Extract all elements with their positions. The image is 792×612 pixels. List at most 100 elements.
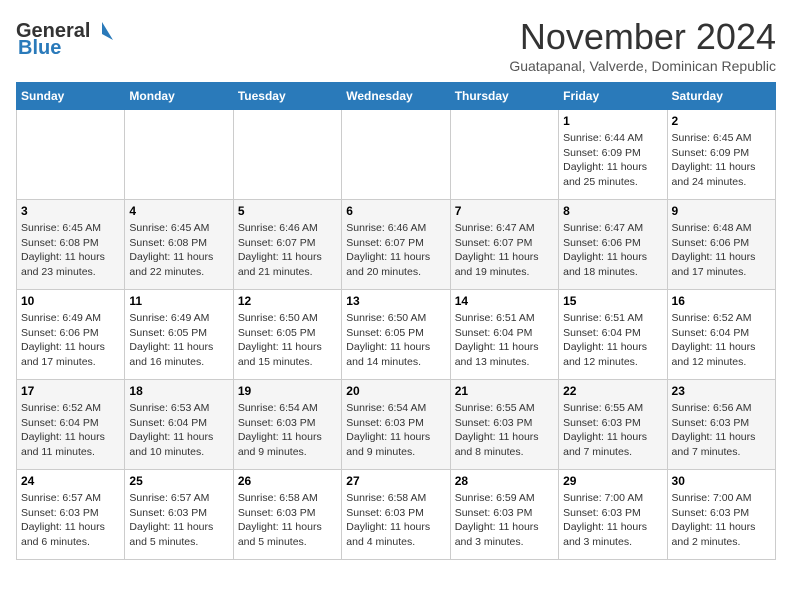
calendar-cell: 14 Sunrise: 6:51 AMSunset: 6:04 PMDayligh… bbox=[450, 290, 558, 380]
calendar-cell: 3 Sunrise: 6:45 AMSunset: 6:08 PMDaylight… bbox=[17, 200, 125, 290]
day-number: 24 bbox=[21, 474, 120, 488]
calendar-cell: 4 Sunrise: 6:45 AMSunset: 6:08 PMDaylight… bbox=[125, 200, 233, 290]
day-number: 2 bbox=[672, 114, 771, 128]
calendar-cell: 1 Sunrise: 6:44 AMSunset: 6:09 PMDaylight… bbox=[559, 110, 667, 200]
calendar-header-wednesday: Wednesday bbox=[342, 83, 450, 110]
calendar-cell: 10Sunrise: 6:49 AMSunset: 6:06 PMDayligh… bbox=[17, 290, 125, 380]
calendar-cell: 21Sunrise: 6:55 AMSunset: 6:03 PMDayligh… bbox=[450, 380, 558, 470]
calendar-week-1: 1 Sunrise: 6:44 AMSunset: 6:09 PMDaylight… bbox=[17, 110, 776, 200]
day-number: 9 bbox=[672, 204, 771, 218]
day-info: Sunrise: 6:54 AMSunset: 6:03 PMDaylight:… bbox=[238, 401, 337, 460]
day-info: Sunrise: 6:57 AMSunset: 6:03 PMDaylight:… bbox=[129, 491, 228, 550]
month-title: November 2024 bbox=[509, 16, 776, 58]
calendar-cell: 15 Sunrise: 6:51 AMSunset: 6:04 PMDayligh… bbox=[559, 290, 667, 380]
day-number: 26 bbox=[238, 474, 337, 488]
calendar-cell: 11 Sunrise: 6:49 AMSunset: 6:05 PMDayligh… bbox=[125, 290, 233, 380]
calendar-cell: 17 Sunrise: 6:52 AMSunset: 6:04 PMDayligh… bbox=[17, 380, 125, 470]
calendar-cell: 16 Sunrise: 6:52 AMSunset: 6:04 PMDayligh… bbox=[667, 290, 775, 380]
day-info: Sunrise: 6:51 AMSunset: 6:04 PMDaylight:… bbox=[455, 311, 554, 370]
calendar-cell: 9 Sunrise: 6:48 AMSunset: 6:06 PMDaylight… bbox=[667, 200, 775, 290]
day-info: Sunrise: 6:58 AMSunset: 6:03 PMDaylight:… bbox=[346, 491, 445, 550]
day-number: 5 bbox=[238, 204, 337, 218]
day-info: Sunrise: 6:52 AMSunset: 6:04 PMDaylight:… bbox=[21, 401, 120, 460]
day-number: 16 bbox=[672, 294, 771, 308]
calendar-cell: 24 Sunrise: 6:57 AMSunset: 6:03 PMDayligh… bbox=[17, 470, 125, 560]
calendar-cell: 7Sunrise: 6:47 AMSunset: 6:07 PMDaylight… bbox=[450, 200, 558, 290]
day-info: Sunrise: 6:44 AMSunset: 6:09 PMDaylight:… bbox=[563, 131, 662, 190]
calendar-header-tuesday: Tuesday bbox=[233, 83, 341, 110]
day-info: Sunrise: 6:50 AMSunset: 6:05 PMDaylight:… bbox=[346, 311, 445, 370]
day-number: 28 bbox=[455, 474, 554, 488]
day-info: Sunrise: 6:56 AMSunset: 6:03 PMDaylight:… bbox=[672, 401, 771, 460]
calendar-week-3: 10Sunrise: 6:49 AMSunset: 6:06 PMDayligh… bbox=[17, 290, 776, 380]
calendar-cell: 13Sunrise: 6:50 AMSunset: 6:05 PMDayligh… bbox=[342, 290, 450, 380]
day-number: 17 bbox=[21, 384, 120, 398]
day-number: 1 bbox=[563, 114, 662, 128]
calendar-header-thursday: Thursday bbox=[450, 83, 558, 110]
calendar-cell: 19 Sunrise: 6:54 AMSunset: 6:03 PMDayligh… bbox=[233, 380, 341, 470]
day-info: Sunrise: 6:48 AMSunset: 6:06 PMDaylight:… bbox=[672, 221, 771, 280]
calendar-cell: 29Sunrise: 7:00 AMSunset: 6:03 PMDayligh… bbox=[559, 470, 667, 560]
calendar-header-sunday: Sunday bbox=[17, 83, 125, 110]
day-number: 15 bbox=[563, 294, 662, 308]
calendar-cell: 27 Sunrise: 6:58 AMSunset: 6:03 PMDayligh… bbox=[342, 470, 450, 560]
day-info: Sunrise: 6:51 AMSunset: 6:04 PMDaylight:… bbox=[563, 311, 662, 370]
day-info: Sunrise: 6:46 AMSunset: 6:07 PMDaylight:… bbox=[346, 221, 445, 280]
day-info: Sunrise: 6:53 AMSunset: 6:04 PMDaylight:… bbox=[129, 401, 228, 460]
logo-icon bbox=[91, 20, 113, 42]
calendar-header-monday: Monday bbox=[125, 83, 233, 110]
calendar-cell: 23Sunrise: 6:56 AMSunset: 6:03 PMDayligh… bbox=[667, 380, 775, 470]
day-number: 12 bbox=[238, 294, 337, 308]
page-header: General Blue November 2024 Guatapanal, V… bbox=[16, 16, 776, 74]
day-info: Sunrise: 6:58 AMSunset: 6:03 PMDaylight:… bbox=[238, 491, 337, 550]
calendar-body: 1 Sunrise: 6:44 AMSunset: 6:09 PMDaylight… bbox=[17, 110, 776, 560]
day-number: 27 bbox=[346, 474, 445, 488]
day-number: 20 bbox=[346, 384, 445, 398]
day-info: Sunrise: 6:50 AMSunset: 6:05 PMDaylight:… bbox=[238, 311, 337, 370]
day-number: 10 bbox=[21, 294, 120, 308]
day-info: Sunrise: 6:45 AMSunset: 6:09 PMDaylight:… bbox=[672, 131, 771, 190]
day-number: 19 bbox=[238, 384, 337, 398]
calendar-week-4: 17 Sunrise: 6:52 AMSunset: 6:04 PMDayligh… bbox=[17, 380, 776, 470]
calendar-header-row: SundayMondayTuesdayWednesdayThursdayFrid… bbox=[17, 83, 776, 110]
day-number: 11 bbox=[129, 294, 228, 308]
day-info: Sunrise: 6:52 AMSunset: 6:04 PMDaylight:… bbox=[672, 311, 771, 370]
logo: General Blue bbox=[16, 16, 113, 60]
calendar-cell bbox=[342, 110, 450, 200]
calendar-header-friday: Friday bbox=[559, 83, 667, 110]
day-number: 4 bbox=[129, 204, 228, 218]
day-info: Sunrise: 6:57 AMSunset: 6:03 PMDaylight:… bbox=[21, 491, 120, 550]
calendar-cell: 20Sunrise: 6:54 AMSunset: 6:03 PMDayligh… bbox=[342, 380, 450, 470]
day-info: Sunrise: 6:46 AMSunset: 6:07 PMDaylight:… bbox=[238, 221, 337, 280]
day-info: Sunrise: 6:49 AMSunset: 6:05 PMDaylight:… bbox=[129, 311, 228, 370]
day-number: 7 bbox=[455, 204, 554, 218]
day-number: 3 bbox=[21, 204, 120, 218]
day-info: Sunrise: 6:47 AMSunset: 6:06 PMDaylight:… bbox=[563, 221, 662, 280]
calendar-cell bbox=[125, 110, 233, 200]
calendar-cell: 8 Sunrise: 6:47 AMSunset: 6:06 PMDaylight… bbox=[559, 200, 667, 290]
location-subtitle: Guatapanal, Valverde, Dominican Republic bbox=[509, 58, 776, 74]
calendar-cell: 5 Sunrise: 6:46 AMSunset: 6:07 PMDaylight… bbox=[233, 200, 341, 290]
calendar-cell: 26 Sunrise: 6:58 AMSunset: 6:03 PMDayligh… bbox=[233, 470, 341, 560]
calendar-week-5: 24 Sunrise: 6:57 AMSunset: 6:03 PMDayligh… bbox=[17, 470, 776, 560]
calendar-header-saturday: Saturday bbox=[667, 83, 775, 110]
day-info: Sunrise: 6:59 AMSunset: 6:03 PMDaylight:… bbox=[455, 491, 554, 550]
day-info: Sunrise: 7:00 AMSunset: 6:03 PMDaylight:… bbox=[563, 491, 662, 550]
calendar-cell: 6 Sunrise: 6:46 AMSunset: 6:07 PMDaylight… bbox=[342, 200, 450, 290]
day-info: Sunrise: 6:45 AMSunset: 6:08 PMDaylight:… bbox=[129, 221, 228, 280]
calendar-table: SundayMondayTuesdayWednesdayThursdayFrid… bbox=[16, 82, 776, 560]
day-number: 6 bbox=[346, 204, 445, 218]
day-number: 14 bbox=[455, 294, 554, 308]
calendar-cell: 30Sunrise: 7:00 AMSunset: 6:03 PMDayligh… bbox=[667, 470, 775, 560]
calendar-cell: 12 Sunrise: 6:50 AMSunset: 6:05 PMDayligh… bbox=[233, 290, 341, 380]
title-block: November 2024 Guatapanal, Valverde, Domi… bbox=[509, 16, 776, 74]
calendar-cell: 22Sunrise: 6:55 AMSunset: 6:03 PMDayligh… bbox=[559, 380, 667, 470]
day-info: Sunrise: 6:45 AMSunset: 6:08 PMDaylight:… bbox=[21, 221, 120, 280]
calendar-cell bbox=[450, 110, 558, 200]
day-number: 30 bbox=[672, 474, 771, 488]
day-number: 8 bbox=[563, 204, 662, 218]
day-number: 18 bbox=[129, 384, 228, 398]
calendar-cell: 28 Sunrise: 6:59 AMSunset: 6:03 PMDayligh… bbox=[450, 470, 558, 560]
day-info: Sunrise: 6:55 AMSunset: 6:03 PMDaylight:… bbox=[563, 401, 662, 460]
calendar-cell bbox=[233, 110, 341, 200]
